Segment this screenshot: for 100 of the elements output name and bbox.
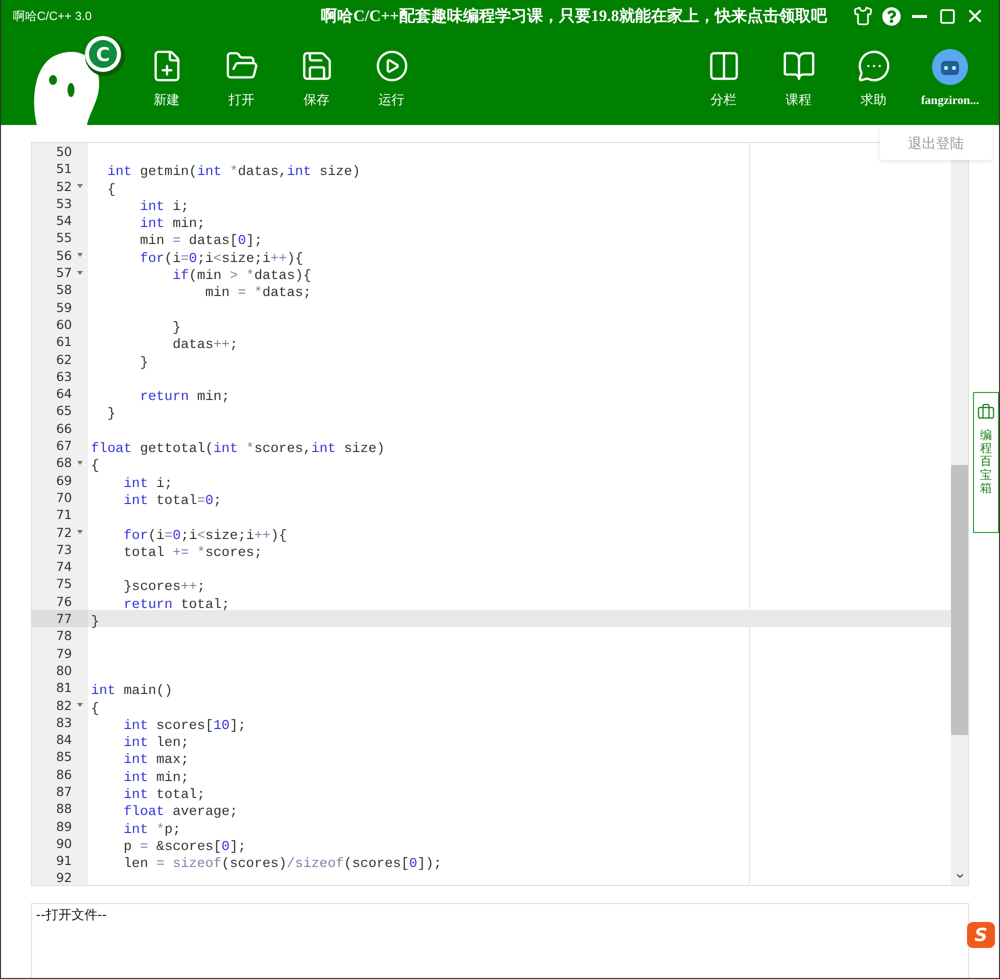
code-line: int total; bbox=[122, 786, 206, 804]
line-number: 91 bbox=[55, 852, 72, 870]
book-icon bbox=[782, 49, 816, 83]
line-number: 63 bbox=[55, 368, 72, 386]
line-number: 79 bbox=[55, 644, 72, 662]
scrollbar-thumb[interactable] bbox=[951, 465, 968, 735]
code-line: len = sizeof(scores)/sizeof(scores[0]); bbox=[122, 856, 442, 874]
line-number: 68 bbox=[55, 454, 72, 472]
help-icon bbox=[882, 6, 900, 26]
code-line: { bbox=[90, 458, 100, 476]
code-line: int len; bbox=[122, 735, 189, 752]
line-number: 82 bbox=[55, 696, 72, 714]
line-number: 67 bbox=[55, 437, 72, 454]
code-line: int i; bbox=[138, 198, 189, 216]
code-line: min = *datas; bbox=[204, 285, 312, 303]
code-line: int *p; bbox=[122, 822, 181, 839]
line-number: 83 bbox=[55, 714, 72, 732]
line-number: 86 bbox=[55, 766, 72, 783]
line-number: 89 bbox=[55, 818, 72, 835]
line-number: 60 bbox=[55, 316, 72, 334]
side-tab-label: 编程百宝箱 bbox=[980, 429, 992, 495]
ime-badge[interactable]: S bbox=[967, 922, 995, 948]
code-line: int max; bbox=[122, 752, 189, 770]
code-line: return total; bbox=[122, 596, 230, 614]
code-line: int scores[10]; bbox=[122, 718, 246, 736]
toolbar-button[interactable]: 新建 bbox=[129, 45, 204, 125]
scroll-down-icon[interactable] bbox=[954, 871, 964, 881]
line-number: 80 bbox=[55, 662, 72, 680]
line-number: 78 bbox=[55, 627, 72, 645]
line-number: 57 bbox=[55, 264, 72, 282]
logout-menu-item[interactable]: 退出登陆 bbox=[880, 127, 992, 160]
code-line: for(i=0;i<size;i++){ bbox=[122, 528, 287, 545]
line-number: 87 bbox=[55, 782, 72, 800]
line-number: 59 bbox=[55, 298, 72, 316]
fold-arrow-icon[interactable] bbox=[77, 703, 83, 708]
code-line: min = datas[0]; bbox=[138, 233, 262, 251]
line-number: 92 bbox=[55, 869, 72, 885]
fold-arrow-icon[interactable] bbox=[77, 460, 83, 465]
chat-icon bbox=[856, 49, 890, 83]
toolbar-button[interactable]: 求助 bbox=[836, 45, 911, 125]
code-line: } bbox=[138, 354, 148, 372]
minimize-icon bbox=[912, 14, 926, 18]
code-line: } bbox=[90, 614, 100, 632]
line-number: 71 bbox=[55, 506, 72, 524]
code-line: int min; bbox=[138, 216, 206, 234]
line-number: 51 bbox=[55, 160, 72, 178]
code-line: return min; bbox=[138, 389, 230, 406]
code-line: }scores++; bbox=[122, 579, 206, 597]
line-number: 88 bbox=[55, 800, 72, 818]
line-number: 90 bbox=[55, 834, 72, 852]
line-number: 69 bbox=[55, 472, 72, 489]
line-number: 52 bbox=[55, 178, 72, 195]
line-number: 75 bbox=[55, 575, 72, 593]
toolbox-side-tab[interactable]: 编程百宝箱 bbox=[973, 392, 999, 533]
fold-arrow-icon[interactable] bbox=[77, 253, 83, 258]
user-account-button[interactable]: fangziron... bbox=[911, 45, 989, 125]
line-number: 72 bbox=[55, 524, 72, 541]
code-line: int getmin(int *datas,int size) bbox=[106, 164, 360, 182]
shirt-icon bbox=[853, 6, 873, 26]
toolbar-button[interactable]: 打开 bbox=[204, 45, 279, 125]
code-line: { bbox=[90, 700, 100, 718]
toolbar-button[interactable]: 运行 bbox=[354, 45, 429, 125]
line-number: 84 bbox=[55, 731, 72, 748]
line-number: 77 bbox=[55, 610, 72, 628]
line-number: 64 bbox=[55, 385, 72, 402]
line-number: 58 bbox=[55, 281, 72, 299]
line-number: 76 bbox=[55, 592, 72, 610]
line-number: 54 bbox=[55, 212, 72, 230]
toolbar-button[interactable]: 分栏 bbox=[686, 45, 761, 125]
code-line: for(i=0;i<size;i++){ bbox=[138, 250, 304, 268]
fold-arrow-icon[interactable] bbox=[77, 184, 83, 188]
line-number: 85 bbox=[55, 748, 72, 766]
code-line: int main() bbox=[90, 683, 173, 700]
line-number: 61 bbox=[55, 333, 72, 351]
robot-avatar-icon bbox=[932, 49, 968, 85]
line-number: 62 bbox=[55, 350, 72, 368]
code-line: if(min > *datas){ bbox=[172, 268, 312, 286]
play-icon bbox=[374, 49, 408, 83]
code-line: datas++; bbox=[172, 337, 238, 355]
code-line: total += *scores; bbox=[122, 544, 262, 562]
code-line: int min; bbox=[122, 770, 189, 787]
code-line: } bbox=[106, 406, 116, 424]
toolbar-button[interactable]: 保存 bbox=[279, 45, 354, 125]
line-number: 55 bbox=[55, 229, 72, 247]
promo-banner[interactable]: 啊哈C/C++配套趣味编程学习课，只要19.8就能在家上，快来点击领取吧 bbox=[321, 6, 827, 26]
line-number: 65 bbox=[55, 402, 72, 420]
code-line: int total=0; bbox=[122, 492, 222, 510]
output-text: --打开文件-- bbox=[36, 908, 107, 923]
code-line: } bbox=[172, 320, 181, 338]
fold-arrow-icon[interactable] bbox=[77, 270, 83, 275]
maximize-icon bbox=[938, 8, 956, 24]
fold-arrow-icon[interactable] bbox=[77, 530, 83, 534]
line-number: 73 bbox=[55, 540, 72, 558]
line-number: 50 bbox=[55, 143, 72, 160]
toolbar-button[interactable]: 课程 bbox=[761, 45, 836, 125]
line-number: 70 bbox=[55, 488, 72, 506]
code-line: int i; bbox=[122, 476, 173, 493]
code-line: float average; bbox=[122, 804, 238, 822]
code-line: { bbox=[106, 182, 116, 199]
line-number: 53 bbox=[55, 194, 72, 212]
